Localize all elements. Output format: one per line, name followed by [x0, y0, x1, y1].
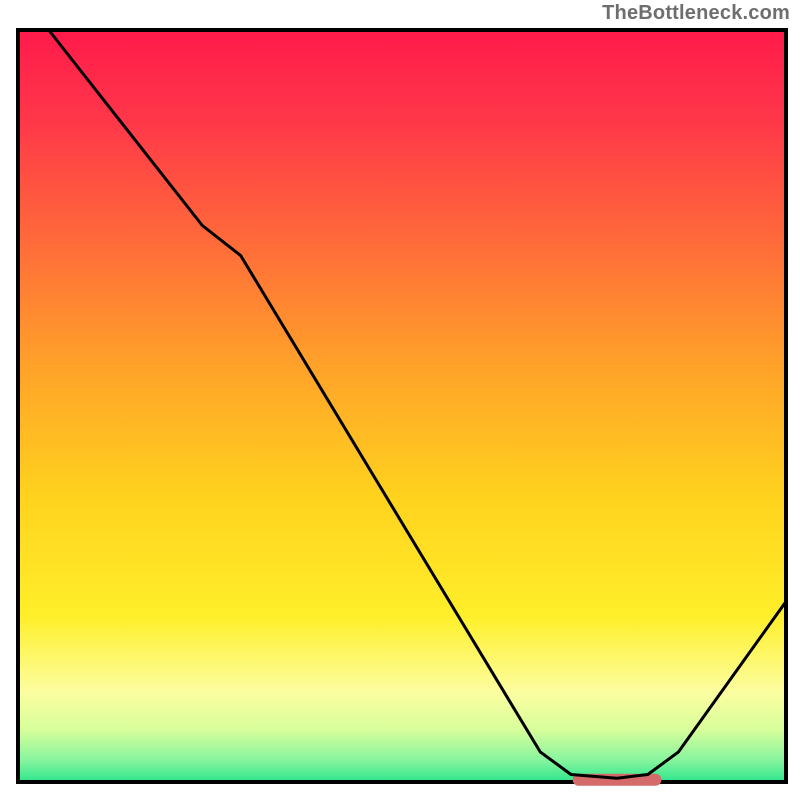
chart-container: TheBottleneck.com	[0, 0, 800, 800]
plot-background	[18, 30, 786, 782]
bottleneck-chart	[0, 0, 800, 800]
